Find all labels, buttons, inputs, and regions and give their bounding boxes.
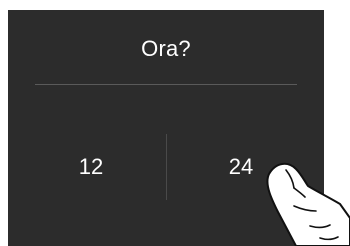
option-12-hour[interactable]: 12 [16, 134, 166, 200]
time-format-question: Ora? [141, 36, 191, 61]
option-24-label: 24 [228, 154, 254, 179]
pointing-hand-icon [266, 162, 350, 246]
option-12-label: 12 [78, 154, 104, 179]
horizontal-divider [35, 84, 297, 85]
